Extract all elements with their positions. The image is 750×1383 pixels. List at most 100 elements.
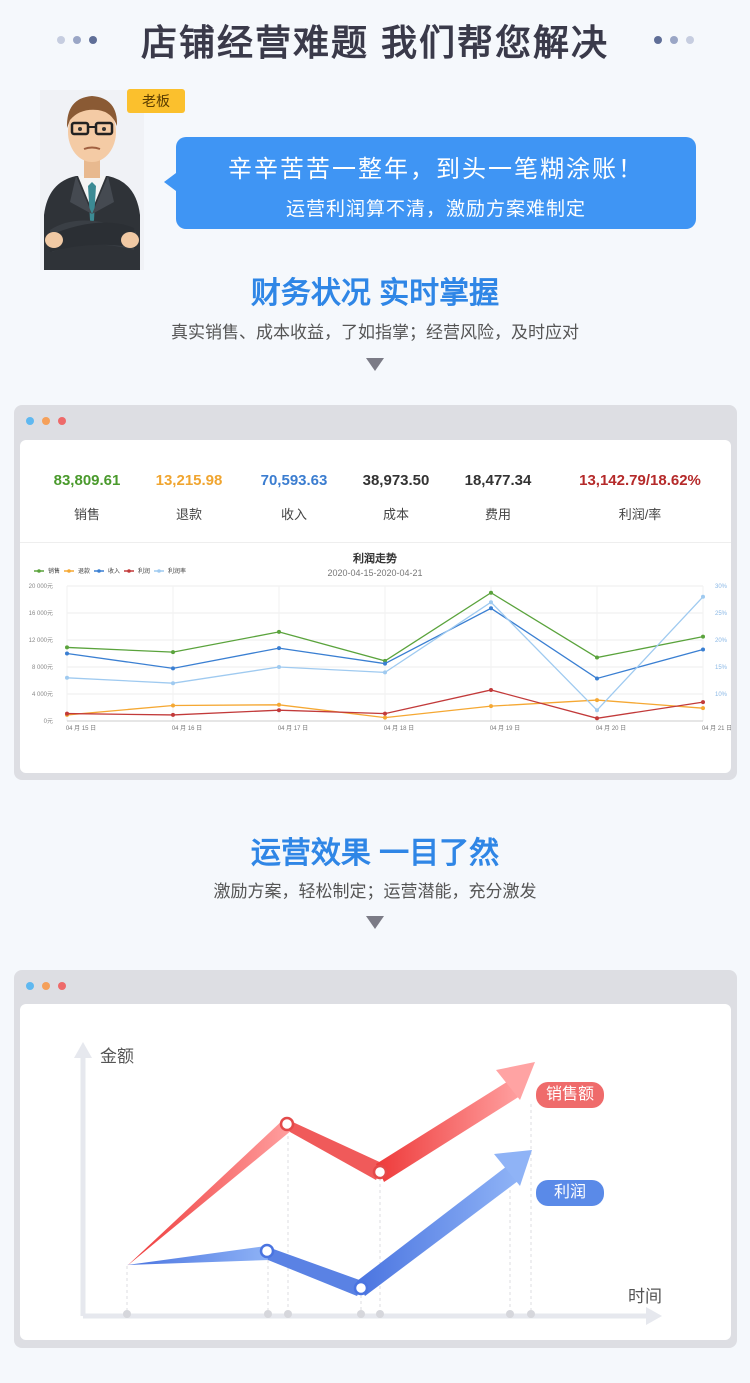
- y-tick-label: 20 000元: [29, 583, 53, 590]
- data-point: [171, 703, 175, 708]
- stat-0: 83,809.61 销售: [32, 472, 142, 523]
- profit-label: 利润: [536, 1180, 604, 1206]
- stat-value: 13,215.98: [155, 472, 223, 489]
- chart-subtitle: 2020-04-15-2020-04-21: [327, 568, 422, 578]
- y2-tick-label: 15%: [715, 665, 728, 671]
- sales-dip: [284, 1118, 384, 1180]
- y-tick-label: 16 000元: [29, 610, 53, 617]
- y2-tick-label: 30%: [715, 584, 728, 590]
- data-point: [171, 666, 175, 671]
- stat-label: 销售: [73, 507, 100, 522]
- y2-tick-label: 20%: [715, 638, 728, 644]
- boss-tag: 老板: [127, 89, 185, 113]
- data-point: [383, 661, 387, 666]
- data-point: [489, 687, 493, 692]
- x-axis-label: 时间: [628, 1287, 662, 1306]
- data-point: [701, 647, 705, 652]
- sales-climb: [376, 1080, 520, 1182]
- legend-marker: [67, 569, 71, 573]
- x-tick-label: 04 月 18 日: [384, 725, 414, 732]
- y2-tick-label: 25%: [715, 611, 728, 617]
- legend-marker: [127, 569, 131, 573]
- data-point: [595, 698, 599, 703]
- stat-label: 退款: [175, 507, 202, 522]
- legend-marker: [37, 569, 41, 573]
- data-point: [489, 704, 493, 709]
- data-point: [65, 645, 69, 650]
- stat-value: 13,142.79/18.62%: [579, 472, 701, 489]
- bubble-line-2: 运营利润算不清，激励方案难制定: [285, 199, 586, 220]
- data-point: [277, 629, 281, 634]
- page-title: 店铺经营难题 我们帮您解决: [140, 22, 609, 63]
- data-point: [701, 706, 705, 711]
- header-dots-right: [654, 36, 694, 44]
- data-point: [701, 700, 705, 705]
- data-point: [595, 716, 599, 721]
- y-tick-label: 12 000元: [29, 637, 53, 644]
- dot: [654, 36, 662, 44]
- stat-label: 费用: [484, 507, 511, 522]
- chart-title: 利润走势: [353, 551, 397, 565]
- section1-subtitle: 真实销售、成本收益，了如指掌；经营风险，及时应对: [171, 323, 579, 342]
- stat-value: 70,593.63: [260, 472, 328, 489]
- effect-window: 金额 时间 销售额 利润: [14, 970, 737, 1348]
- stat-4: 18,477.34 费用: [443, 472, 553, 523]
- x-tick-label: 04 月 21 日: [702, 725, 731, 732]
- legend-entry: 收入: [108, 567, 120, 575]
- y-tick-label: 0元: [44, 718, 53, 725]
- data-point: [595, 655, 599, 660]
- x-tick-label: 04 月 15 日: [66, 725, 96, 732]
- down-arrow-icon: [366, 358, 384, 371]
- legend-marker: [157, 569, 161, 573]
- data-point: [277, 665, 281, 669]
- y-axis-label: 金额: [100, 1047, 134, 1066]
- stat-1: 13,215.98 退款: [134, 472, 244, 523]
- y-tick-label: 8 000元: [32, 664, 53, 671]
- window-dot-orange: [42, 417, 50, 425]
- data-point: [383, 715, 387, 720]
- data-point: [277, 702, 281, 707]
- stat-3: 38,973.50 成本: [341, 472, 451, 523]
- dot: [686, 36, 694, 44]
- y-axis-arrow-icon: [74, 1042, 92, 1058]
- finance-window: 83,809.61 销售 13,215.98 退款 70,593.63 收入 38,973.…: [14, 405, 737, 780]
- x-tick-label: 04 月 20 日: [596, 725, 626, 732]
- stat-value: 18,477.34: [464, 472, 532, 489]
- speech-bubble: 辛辛苦苦一整年，到头一笔糊涂账！ 运营利润算不清，激励方案难制定: [164, 137, 696, 229]
- data-point: [277, 646, 281, 651]
- effect-panel: 金额 时间 销售额 利润: [20, 1004, 731, 1340]
- data-point: [65, 651, 69, 656]
- window-dot-blue: [26, 982, 34, 990]
- stat-2: 70,593.63 收入: [239, 472, 349, 523]
- data-point: [383, 670, 387, 675]
- data-point: [701, 594, 705, 599]
- legend-entry: 利润: [138, 567, 150, 575]
- profit-climb: [357, 1166, 518, 1296]
- section2-subtitle: 激励方案，轻松制定；运营潜能，充分激发: [213, 882, 537, 901]
- finance-panel: 83,809.61 销售 13,215.98 退款 70,593.63 收入 38,973.…: [20, 440, 731, 773]
- data-point: [65, 711, 69, 716]
- data-point: [489, 590, 493, 595]
- window-dot-blue: [26, 417, 34, 425]
- section2-title: 运营效果 一目了然: [250, 837, 500, 870]
- stat-5: 13,142.79/18.62% 利润/率: [570, 472, 710, 523]
- stat-label: 成本: [382, 507, 409, 522]
- data-point: [171, 681, 175, 686]
- legend-marker: [97, 569, 101, 573]
- data-point: [489, 600, 493, 605]
- x-axis-arrow-icon: [646, 1307, 662, 1325]
- section1-title: 财务状况 实时掌握: [250, 277, 500, 310]
- data-point: [701, 634, 705, 639]
- profit-rise: [127, 1246, 270, 1265]
- dot: [670, 36, 678, 44]
- divider: [20, 542, 731, 543]
- legend-entry: 销售: [48, 567, 60, 575]
- profit-trend-chart: 利润走势 2020-04-15-2020-04-21 0元 4 000元 8 000元 1…: [29, 551, 731, 732]
- stat-value: 83,809.61: [53, 472, 121, 489]
- data-point: [277, 708, 281, 713]
- data-point: [595, 708, 599, 713]
- x-tick-label: 04 月 17 日: [278, 725, 308, 732]
- x-tick-label: 04 月 19 日: [490, 725, 520, 732]
- stat-value: 38,973.50: [362, 472, 430, 489]
- boss-avatar: [40, 90, 144, 270]
